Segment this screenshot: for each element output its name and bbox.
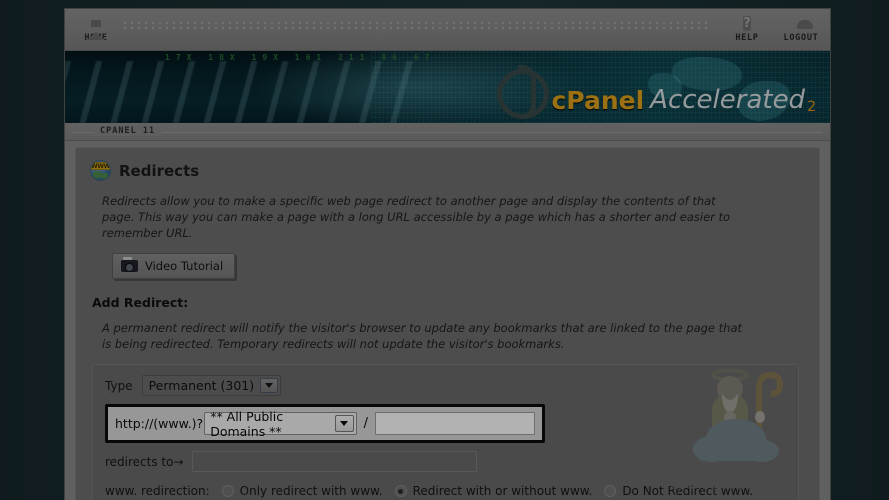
nav-help-button[interactable]: ? HELP: [720, 11, 774, 51]
question-mark-icon: ?: [743, 16, 751, 31]
breadcrumb[interactable]: CPANEL 11: [93, 126, 163, 136]
page-title-text: Redirects: [119, 161, 200, 180]
logo-cpanel-text: cPanel: [551, 86, 645, 115]
redirect-type-row: Type Permanent (301): [105, 375, 786, 396]
user-icon: [774, 11, 828, 33]
radio-label: Do Not Redirect www.: [622, 484, 754, 498]
top-navigation-bar: HOME ? HELP LOGOUT: [65, 9, 830, 51]
page-description: Redirects allow you to make a specific w…: [102, 194, 731, 240]
destination-input[interactable]: [191, 451, 477, 472]
permanent-redirect-note: A permanent redirect will notify the vis…: [102, 321, 743, 351]
cpanel-banner: 17X 18X 19X 161 211 86 67 cPanel Acceler…: [65, 51, 830, 123]
redirects-to-label: redirects to→: [105, 454, 184, 469]
radio-icon[interactable]: [221, 485, 234, 497]
section-heading-add-redirect: Add Redirect:: [92, 295, 189, 310]
redirect-type-value: Permanent (301): [148, 378, 255, 393]
add-redirect-form: dewaweb Type Permanent (301) http://(www…: [92, 364, 799, 500]
main-content-panel: WWW Redirects Redirects allow you to mak…: [75, 147, 820, 500]
www-redirection-row: www. redirection: Only redirect with www…: [105, 484, 786, 498]
nav-home-button[interactable]: HOME: [69, 11, 123, 51]
nav-help-label: HELP: [735, 33, 759, 43]
protocol-label: http://(www.)?: [115, 416, 204, 431]
banner-tick-text: 17X 18X 19X 161 211 86 67: [165, 53, 436, 62]
logo-superscript: 2: [807, 99, 816, 115]
radio-icon[interactable]: [604, 485, 617, 497]
radio-only-redirect-with-www[interactable]: Only redirect with www.: [221, 484, 383, 498]
radio-do-not-redirect-www[interactable]: Do Not Redirect www.: [604, 484, 753, 498]
type-label: Type: [105, 378, 133, 393]
video-camera-icon: [121, 257, 138, 272]
www-redirection-label: www. redirection:: [105, 484, 210, 498]
chevron-down-icon[interactable]: [260, 378, 279, 393]
video-tutorial-label: Video Tutorial: [145, 259, 224, 273]
page-title: WWW Redirects: [90, 160, 805, 181]
decorative-dots: [123, 21, 710, 30]
destination-row: redirects to→: [105, 451, 786, 472]
radio-label: Only redirect with www.: [239, 484, 383, 498]
redirect-type-select[interactable]: Permanent (301): [141, 375, 282, 396]
home-icon: [69, 11, 123, 40]
nav-logout-button[interactable]: LOGOUT: [774, 11, 828, 51]
radio-redirect-with-or-without-www[interactable]: Redirect with or without www.: [394, 484, 593, 498]
radio-icon-selected[interactable]: [394, 485, 407, 497]
domain-select-value: ** All Public Domains **: [210, 408, 284, 439]
cpanel-logo: cPanel Accelerated 2: [497, 65, 816, 119]
radio-label: Redirect with or without www.: [412, 484, 593, 498]
video-tutorial-button[interactable]: Video Tutorial: [112, 253, 236, 279]
breadcrumb-bar: CPANEL 11: [65, 123, 830, 141]
path-separator: /: [363, 416, 368, 431]
chevron-down-icon[interactable]: [334, 415, 354, 432]
source-url-row: http://(www.)? ** All Public Domains ** …: [105, 404, 545, 443]
www-globe-icon: WWW: [90, 160, 111, 181]
source-uri-input[interactable]: [375, 412, 535, 435]
cpanel-page: HOME ? HELP LOGOUT 17X 18X 19X 161 211 8…: [64, 8, 831, 500]
domain-select[interactable]: ** All Public Domains **: [204, 409, 357, 439]
nav-logout-label: LOGOUT: [783, 33, 819, 43]
logo-accelerated-text: Accelerated: [650, 85, 806, 115]
cpanel-mark-icon: [497, 65, 550, 119]
